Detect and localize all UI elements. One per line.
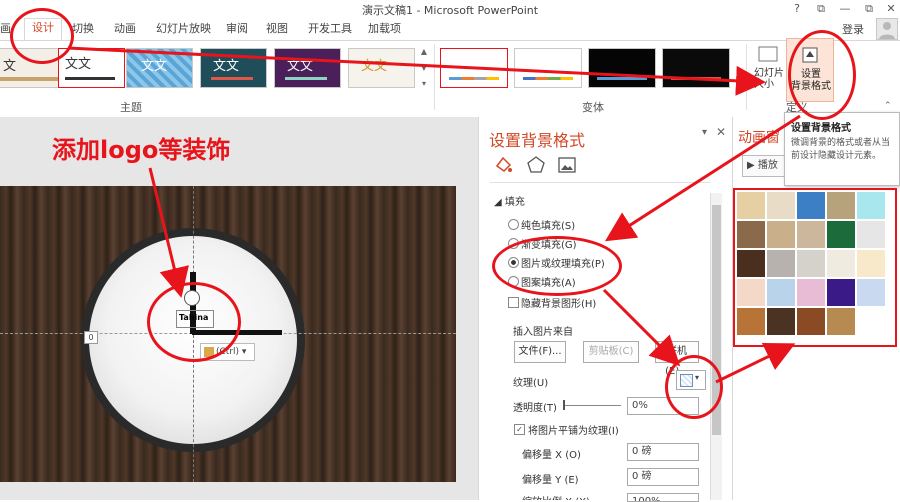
arrow-to-gallery (715, 343, 796, 384)
arrow-to-texture (602, 288, 681, 367)
arrow-to-picture-fill (604, 114, 801, 242)
arrow-to-logo (148, 167, 189, 298)
annotation-arrows (67, 46, 801, 384)
arrow-design-to-format (67, 46, 766, 96)
